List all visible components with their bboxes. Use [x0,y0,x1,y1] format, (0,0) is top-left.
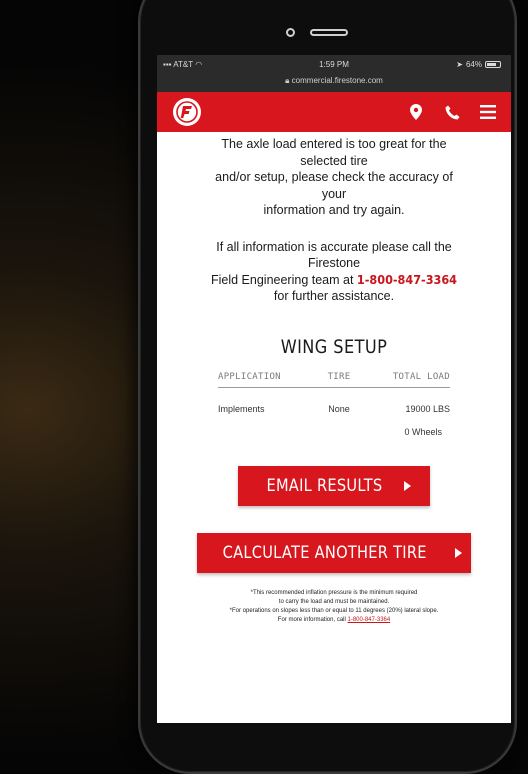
contact-message: If all information is accurate please ca… [210,239,458,304]
earpiece-speaker [310,29,348,36]
location-pin-icon[interactable] [407,102,425,122]
cell-tire: None [328,403,350,414]
table-row: 0 Wheels [218,427,450,437]
footnote-phone-link[interactable]: 1-800-847-3364 [348,617,391,623]
url-text: commercial.firestone.com [291,76,383,85]
email-results-button[interactable]: EMAIL RESULTS [238,465,430,506]
header-tire: TIRE [327,371,351,382]
battery-icon [485,61,501,68]
cell-application: Implements [218,403,265,414]
firestone-logo[interactable] [173,98,201,126]
results-table: APPLICATION TIRE TOTAL LOAD Implements N… [218,372,450,437]
results-header-row: APPLICATION TIRE TOTAL LOAD [218,372,450,388]
phone-screen: ▪▪▪ AT&T ◠ 1:59 PM ➤ 64% 🔒︎ commercial.f… [157,55,511,723]
firestone-f-icon [176,101,198,123]
battery-indicator: ➤ 64% [456,60,501,69]
table-row: Implements None 19000 LBS [218,404,450,414]
header-total-load: TOTAL LOAD [392,371,450,382]
footnote: *This recommended inflation pressure is … [229,589,439,623]
header-application: APPLICATION [218,371,281,382]
battery-percent: 64% [465,60,482,69]
site-header [157,92,511,132]
page-content: The axle load entered is too great for t… [157,136,511,625]
address-bar[interactable]: 🔒︎ commercial.firestone.com [157,76,511,86]
play-arrow-icon [403,480,411,491]
status-bar: ▪▪▪ AT&T ◠ 1:59 PM ➤ 64% 🔒︎ commercial.f… [157,55,511,92]
play-arrow-icon [455,547,463,558]
calculate-another-tire-button[interactable]: CALCULATE ANOTHER TIRE [197,532,471,573]
field-engineering-phone-link[interactable]: 1-800-847-3364 [357,272,457,287]
error-message: The axle load entered is too great for t… [215,137,453,217]
cell-total-load: 19000 LBS [405,403,450,414]
location-arrow-icon: ➤ [456,60,463,69]
cell-wheels: 0 Wheels [404,426,442,437]
front-camera [286,28,295,37]
phone-icon[interactable] [443,102,461,122]
lock-icon: 🔒︎ [285,76,290,85]
section-title: WING SETUP [280,335,388,358]
hamburger-menu-icon[interactable] [479,102,497,122]
